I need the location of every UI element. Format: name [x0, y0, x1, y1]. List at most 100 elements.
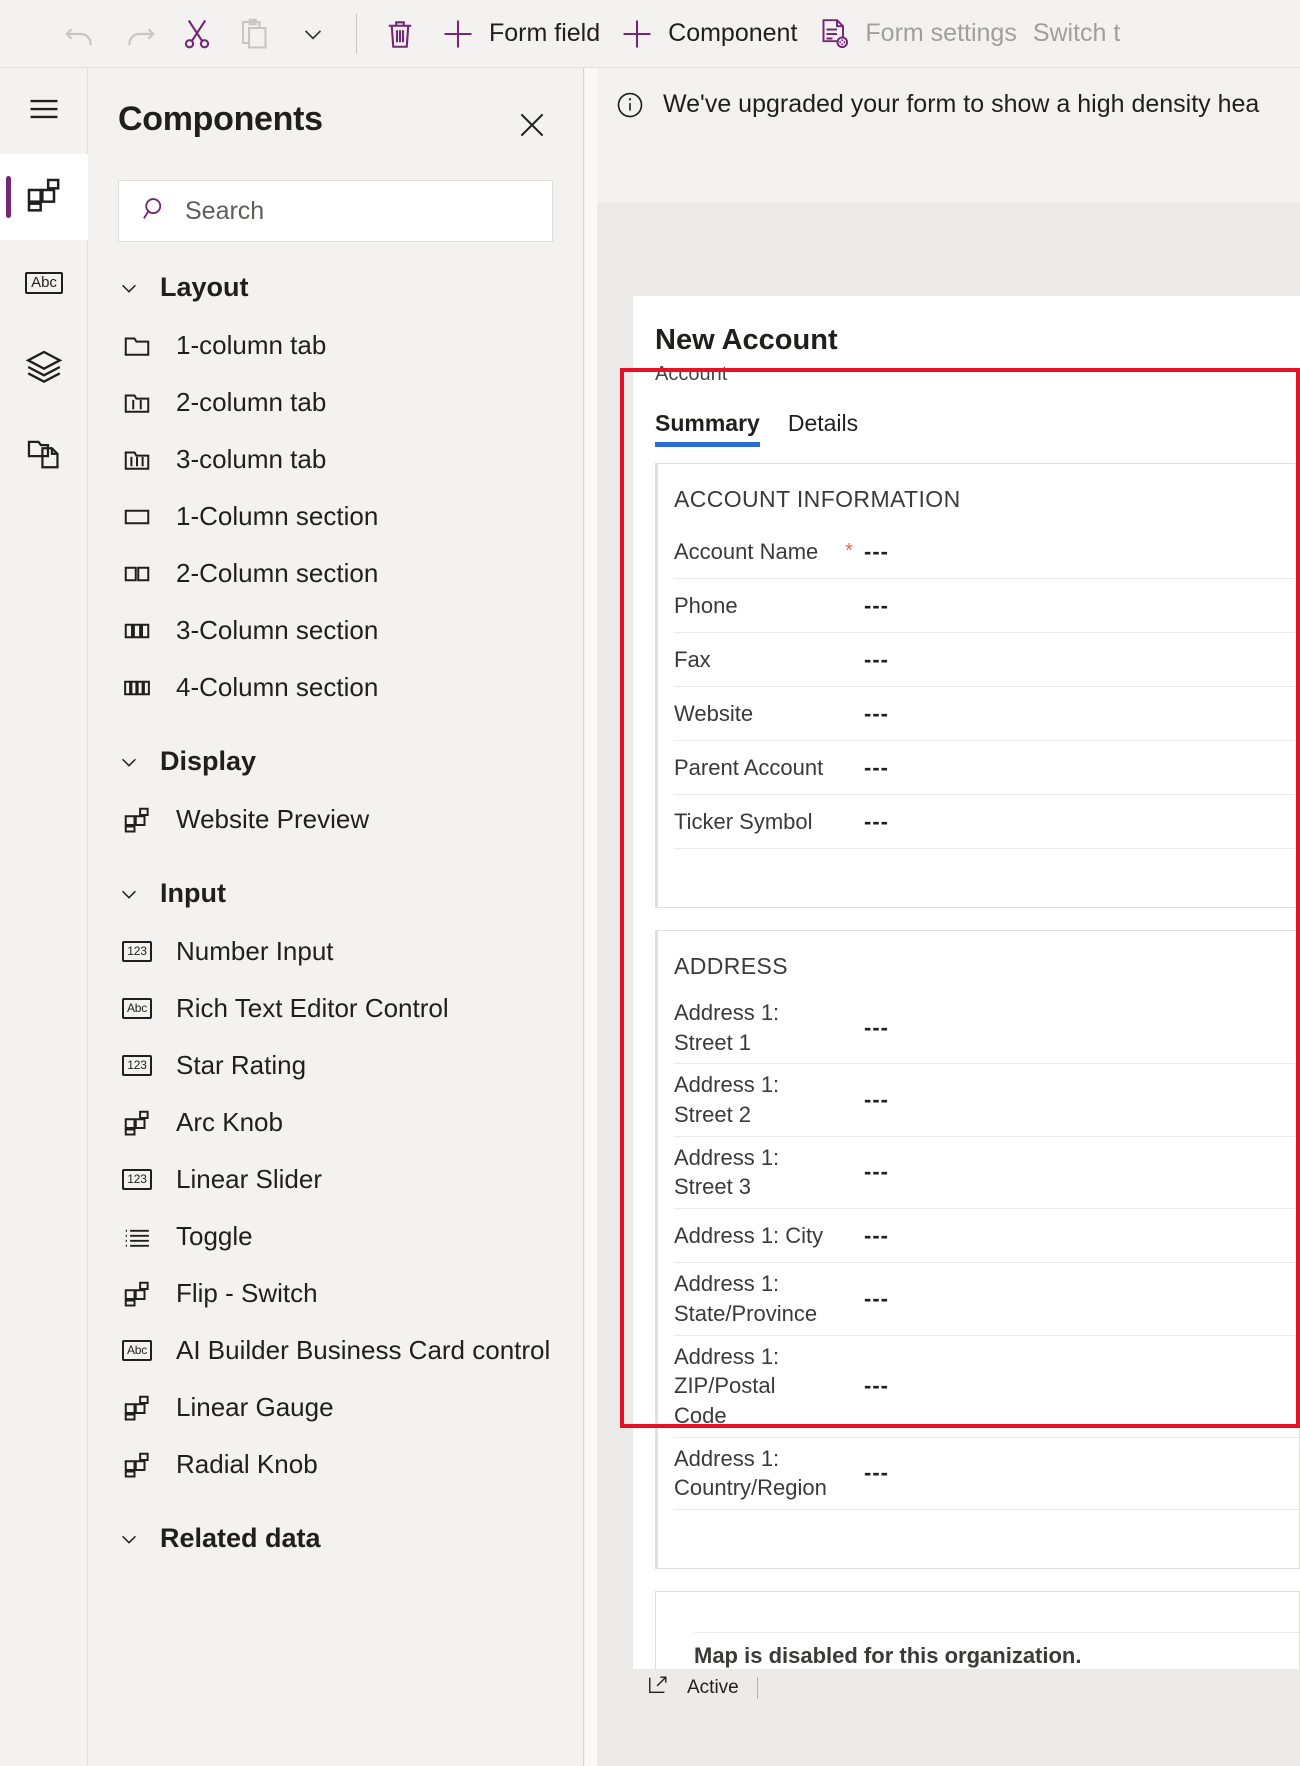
component-item-2-column-section[interactable]: 2-Column section [88, 545, 583, 602]
components-grid-icon [120, 1106, 154, 1140]
required-indicator-icon: * [845, 540, 853, 562]
group-title-input: Input [160, 878, 226, 908]
field-value: --- [864, 1373, 889, 1399]
component-item-linear-slider[interactable]: 123 Linear Slider [88, 1151, 583, 1208]
field-row-address-1-street-3[interactable]: Address 1: Street 3 --- [674, 1137, 1299, 1210]
redo-icon [118, 13, 160, 55]
component-label: Linear Gauge [176, 1392, 334, 1422]
component-item-flip-switch[interactable]: Flip - Switch [88, 1265, 583, 1322]
component-item-1-column-tab[interactable]: 1-column tab [88, 317, 583, 374]
section-drop-area[interactable] [674, 1510, 1299, 1544]
section-account-information[interactable]: ACCOUNT INFORMATION Account Name * --- P… [655, 463, 1300, 908]
group-header-display[interactable]: Display [88, 716, 583, 791]
component-label: 3-Column section [176, 615, 379, 645]
field-label: Parent Account [674, 754, 824, 780]
form-entity-name: Account [655, 363, 728, 385]
field-value: --- [864, 754, 889, 780]
group-header-input[interactable]: Input [88, 848, 583, 923]
form-settings-button[interactable]: Form settings [805, 10, 1024, 58]
plus-icon [437, 13, 479, 55]
field-row-account-name[interactable]: Account Name * --- [674, 525, 1299, 579]
rail-item-menu[interactable] [0, 68, 88, 154]
delete-button[interactable] [371, 10, 429, 58]
form-sections: ACCOUNT INFORMATION Account Name * --- P… [633, 447, 1300, 1707]
close-panel-button[interactable] [511, 106, 553, 148]
redo-button[interactable] [110, 10, 168, 58]
section-address[interactable]: ADDRESS Address 1: Street 1 --- Address … [655, 930, 1300, 1569]
component-item-rich-text-editor-control[interactable]: Abc Rich Text Editor Control [88, 980, 583, 1037]
components-grid-icon [120, 803, 154, 837]
group-title-related-data: Related data [160, 1523, 321, 1553]
field-row-parent-account[interactable]: Parent Account --- [674, 741, 1299, 795]
field-row-address-1-country-region[interactable]: Address 1: Country/Region --- [674, 1438, 1299, 1510]
field-row-phone[interactable]: Phone --- [674, 579, 1299, 633]
field-row-address-1-city[interactable]: Address 1: City --- [674, 1209, 1299, 1264]
hamburger-icon [25, 90, 63, 133]
panel-title: Components [118, 100, 323, 138]
rail-item-pages[interactable] [0, 412, 88, 498]
field-row-address-1-street-1[interactable]: Address 1: Street 1 --- [674, 992, 1299, 1065]
rail-item-layers[interactable] [0, 326, 88, 412]
tab-summary[interactable]: Summary [655, 410, 760, 447]
component-item-3-column-tab[interactable]: 3-column tab [88, 431, 583, 488]
component-label: Arc Knob [176, 1107, 283, 1137]
chevron-down-icon [118, 277, 140, 299]
component-label: Flip - Switch [176, 1278, 318, 1308]
field-row-website[interactable]: Website --- [674, 687, 1299, 741]
component-item-1-column-section[interactable]: 1-Column section [88, 488, 583, 545]
component-label: 1-Column section [176, 501, 379, 531]
component-item-ai-builder-business-card-control[interactable]: Abc AI Builder Business Card control [88, 1322, 583, 1379]
component-item-4-column-section[interactable]: 4-Column section [88, 659, 583, 716]
component-button[interactable]: Component [608, 10, 805, 58]
form-field-button[interactable]: Form field [429, 10, 608, 58]
section-title: ACCOUNT INFORMATION [674, 486, 961, 512]
field-value: --- [864, 1087, 889, 1113]
field-row-ticker-symbol[interactable]: Ticker Symbol --- [674, 795, 1299, 849]
cut-button[interactable] [168, 10, 226, 58]
field-row-address-1-street-2[interactable]: Address 1: Street 2 --- [674, 1064, 1299, 1137]
toolbar-divider [356, 13, 357, 54]
component-label: 2-column tab [176, 387, 327, 417]
group-header-layout[interactable]: Layout [88, 242, 583, 317]
panel-header: Components [88, 68, 583, 148]
expand-icon[interactable] [647, 1674, 669, 1701]
component-item-3-column-section[interactable]: 3-Column section [88, 602, 583, 659]
component-item-arc-knob[interactable]: Arc Knob [88, 1094, 583, 1151]
field-row-address-1-zip-postal-code[interactable]: Address 1: ZIP/Postal Code --- [674, 1336, 1299, 1438]
component-item-number-input[interactable]: 123 Number Input [88, 923, 583, 980]
paste-button[interactable] [226, 10, 284, 58]
number-123-icon: 123 [120, 935, 154, 969]
component-item-linear-gauge[interactable]: Linear Gauge [88, 1379, 583, 1436]
group-header-related-data[interactable]: Related data [88, 1493, 583, 1568]
section-drop-area[interactable] [674, 849, 1299, 883]
tab-details[interactable]: Details [788, 410, 858, 447]
field-value: --- [864, 538, 889, 564]
number-123-icon: 123 [120, 1049, 154, 1083]
field-row-fax[interactable]: Fax --- [674, 633, 1299, 687]
component-item-radial-knob[interactable]: Radial Knob [88, 1436, 583, 1493]
rail-item-components[interactable] [0, 154, 88, 240]
components-grid-icon [120, 1391, 154, 1425]
layers-icon [24, 347, 64, 392]
component-item-toggle[interactable]: Toggle [88, 1208, 583, 1265]
info-icon [615, 90, 645, 125]
component-label: 3-column tab [176, 444, 327, 474]
group-title-display: Display [160, 746, 257, 776]
switch-button[interactable]: Switch t [1025, 10, 1129, 58]
undo-button[interactable] [52, 10, 110, 58]
component-item-website-preview[interactable]: Website Preview [88, 791, 583, 848]
field-label: Address 1: State/Province [674, 1271, 818, 1326]
search-box[interactable]: Search [118, 180, 553, 242]
paste-options-button[interactable] [284, 10, 342, 58]
search-input[interactable]: Search [185, 197, 264, 226]
field-label: Address 1: Street 1 [674, 1000, 780, 1055]
plus-icon [616, 13, 658, 55]
component-label: Radial Knob [176, 1449, 318, 1479]
form-field-label: Form field [489, 19, 601, 47]
field-row-address-1-state-province[interactable]: Address 1: State/Province --- [674, 1263, 1299, 1336]
clipboard-icon [234, 13, 276, 55]
rail-item-fields[interactable]: Abc [0, 240, 88, 326]
component-item-star-rating[interactable]: 123 Star Rating [88, 1037, 583, 1094]
components-panel: Components Search Layout 1-column tab 2-… [88, 68, 584, 1766]
component-item-2-column-tab[interactable]: 2-column tab [88, 374, 583, 431]
